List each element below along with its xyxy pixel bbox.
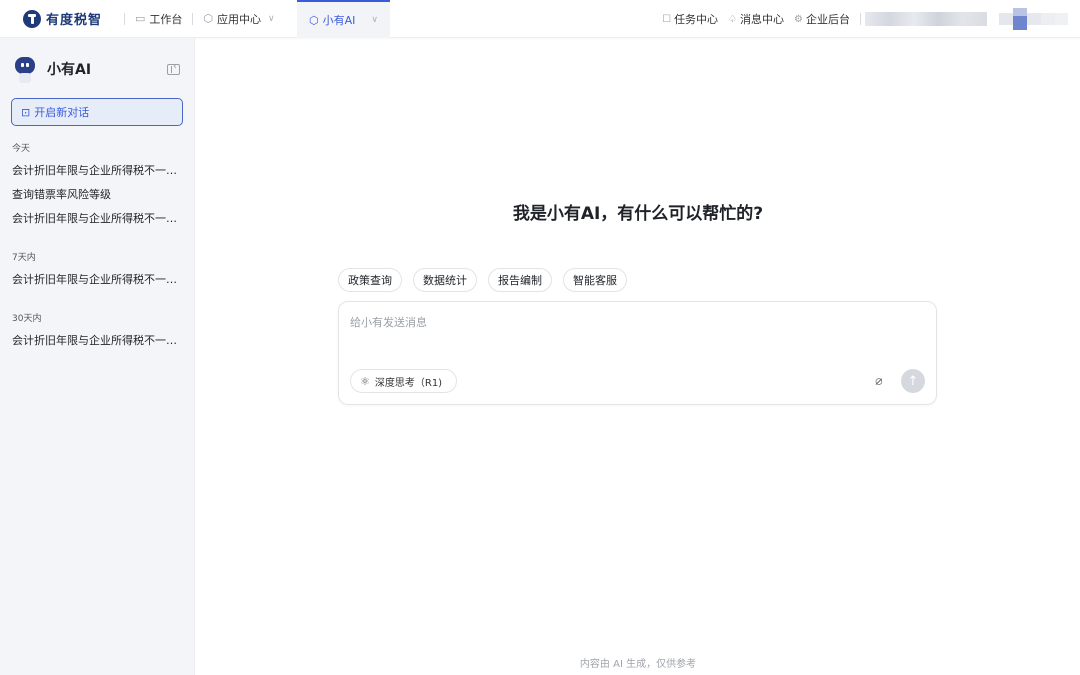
- history-group-7days: 7天内: [12, 253, 36, 263]
- gear-icon: ⚙: [794, 13, 803, 25]
- quick-prompt-chips: 政策查询 数据统计 报告编制 智能客服: [338, 268, 627, 292]
- nav-tab-xiaoyou-ai-label: 小有AI: [322, 14, 356, 27]
- top-right-menu: ☐ 任务中心 ♤ 消息中心 ⚙ 企业后台: [662, 0, 1080, 38]
- deep-think-label: 深度思考（R1): [374, 377, 443, 389]
- history-item[interactable]: 会计折旧年限与企业所得税不一致的处理: [12, 332, 184, 348]
- nav-app-center-label: 应用中心: [217, 12, 262, 26]
- sidebar-title: 小有AI: [47, 62, 92, 78]
- chip-policy-query[interactable]: 政策查询: [338, 268, 402, 292]
- task-center-link[interactable]: ☐ 任务中心: [662, 11, 718, 27]
- brand-logo-icon: [23, 9, 41, 28]
- bell-icon: ♤: [728, 13, 738, 25]
- monitor-icon: ▭: [135, 12, 146, 25]
- nav-workbench[interactable]: ▭ 工作台: [135, 0, 182, 38]
- history-group-30days: 30天内: [12, 314, 42, 324]
- enterprise-admin-link[interactable]: ⚙ 企业后台: [794, 11, 850, 27]
- history-group-today: 今天: [12, 144, 31, 154]
- chevron-down-icon: ∨: [371, 15, 378, 25]
- brand-name: 有度税智: [46, 13, 103, 28]
- message-composer: ⚛ 深度思考（R1) ⌽ ↑: [338, 301, 937, 405]
- arrow-up-icon: ↑: [907, 373, 919, 389]
- cube-icon: ⬡: [203, 12, 214, 25]
- collapse-sidebar-icon[interactable]: [167, 61, 180, 75]
- chevron-down-icon: ∨: [268, 13, 275, 24]
- nav-divider: [192, 12, 194, 25]
- message-center-label: 消息中心: [740, 13, 785, 26]
- send-button[interactable]: ↑: [901, 369, 925, 393]
- nav-divider: [124, 12, 126, 25]
- paperclip-icon[interactable]: ⌽: [870, 371, 889, 390]
- task-icon: ☐: [662, 13, 672, 25]
- message-center-link[interactable]: ♤ 消息中心: [728, 11, 784, 27]
- history-item[interactable]: 会计折旧年限与企业所得税不一致的处理: [12, 271, 184, 287]
- chip-smart-service[interactable]: 智能客服: [563, 268, 627, 292]
- nav-workbench-label: 工作台: [149, 12, 183, 26]
- history-item[interactable]: 会计折旧年限与企业所得税不一致的处理: [12, 210, 184, 226]
- chip-report-writing[interactable]: 报告编制: [488, 268, 552, 292]
- message-input[interactable]: [350, 314, 910, 330]
- history-item[interactable]: 会计折旧年限与企业所得税不一致的处理: [12, 162, 184, 178]
- robot-avatar-icon: [12, 54, 38, 84]
- welcome-headline: 我是小有AI，有什么可以帮忙的?: [512, 204, 764, 224]
- sidebar: 小有AI ⊡ 开启新对话 今天 会计折旧年限与企业所得税不一致的处理 查询错票率…: [0, 38, 195, 675]
- new-chat-label: 开启新对话: [34, 106, 90, 119]
- sidebar-header: 小有AI: [12, 54, 91, 84]
- brand-logo[interactable]: 有度税智: [23, 0, 102, 38]
- chat-plus-icon: ⊡: [21, 105, 31, 119]
- ai-disclaimer: 内容由 AI 生成，仅供参考: [579, 659, 697, 670]
- history-item[interactable]: 查询错票率风险等级: [12, 186, 184, 202]
- avatar[interactable]: [999, 8, 1068, 30]
- cube-icon: ⬡: [309, 13, 319, 27]
- nav-tab-xiaoyou-ai[interactable]: ⬡ 小有AI ∨: [297, 0, 390, 38]
- nav-divider: [860, 13, 861, 25]
- new-chat-button[interactable]: ⊡ 开启新对话: [11, 98, 183, 126]
- enterprise-admin-label: 企业后台: [806, 13, 850, 26]
- nav-app-center[interactable]: ⬡ 应用中心 ∨: [203, 0, 274, 38]
- deep-think-toggle[interactable]: ⚛ 深度思考（R1): [350, 369, 458, 393]
- task-center-label: 任务中心: [674, 13, 719, 26]
- atom-icon: ⚛: [360, 374, 370, 388]
- chip-data-statistics[interactable]: 数据统计: [413, 268, 477, 292]
- company-name-redacted[interactable]: [865, 12, 987, 26]
